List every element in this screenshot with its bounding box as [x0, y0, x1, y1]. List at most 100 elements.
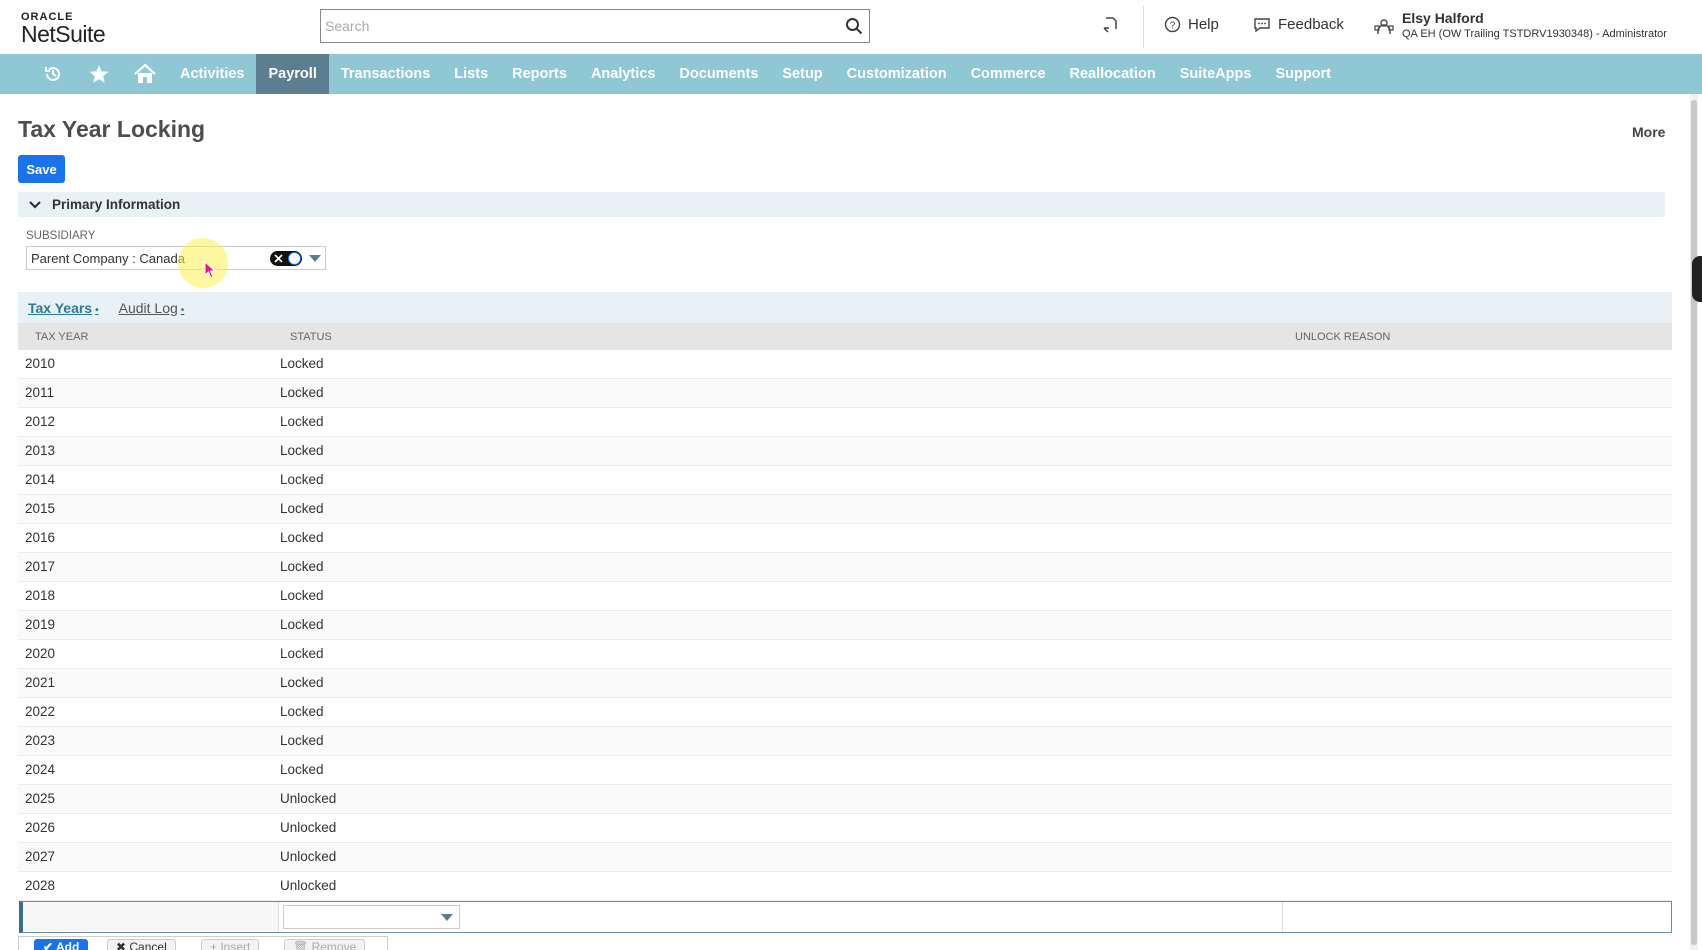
- page-scrollbar[interactable]: [1690, 94, 1698, 950]
- dropdown-arrow-icon[interactable]: [441, 914, 453, 921]
- cell-divider: [1282, 902, 1283, 932]
- tax-year-cell: 2021: [25, 675, 56, 690]
- insert-line-button[interactable]: + Insert: [201, 939, 260, 950]
- col-unlock-reason[interactable]: UNLOCK REASON: [1295, 331, 1390, 343]
- chevron-down-icon: [29, 200, 41, 209]
- table-row[interactable]: 2018 Locked: [18, 582, 1672, 611]
- table-row[interactable]: 2017 Locked: [18, 553, 1672, 582]
- tax-year-cell: 2023: [25, 733, 56, 748]
- top-header: ORACLE NetSuite ? Help Feedback: [0, 0, 1702, 54]
- status-cell: Locked: [280, 588, 324, 603]
- table-row[interactable]: 2023 Locked: [18, 727, 1672, 756]
- search-input[interactable]: [321, 10, 821, 42]
- status-cell: Locked: [280, 559, 324, 574]
- table-row[interactable]: 2013 Locked: [18, 437, 1672, 466]
- nav-customization[interactable]: Customization: [835, 54, 959, 94]
- table-row[interactable]: 2026 Unlocked: [18, 814, 1672, 843]
- nav-commerce[interactable]: Commerce: [959, 54, 1058, 94]
- subsidiary-select[interactable]: Parent Company : Canada: [26, 246, 326, 270]
- status-cell: Locked: [280, 530, 324, 545]
- tax-year-cell: 2020: [25, 646, 56, 661]
- subsidiary-clear-toggle[interactable]: [270, 251, 302, 266]
- cancel-line-button[interactable]: ✖ Cancel: [107, 939, 176, 950]
- tab-indicator-dot: •: [180, 304, 185, 316]
- status-cell: Locked: [280, 414, 324, 429]
- nav-transactions[interactable]: Transactions: [329, 54, 442, 94]
- nav-documents[interactable]: Documents: [667, 54, 770, 94]
- main-nav: Activities Payroll Transactions Lists Re…: [0, 54, 1702, 94]
- tax-year-cell: 2024: [25, 762, 56, 777]
- role-switch-icon: [1374, 19, 1394, 34]
- search-icon[interactable]: [845, 17, 863, 35]
- side-drawer-handle[interactable]: [1692, 256, 1702, 302]
- new-line-edit-row[interactable]: [19, 901, 1672, 933]
- nav-payroll[interactable]: Payroll: [256, 54, 329, 94]
- status-cell: Locked: [280, 704, 324, 719]
- add-line-button[interactable]: ✔ Add: [34, 939, 89, 950]
- nav-reports[interactable]: Reports: [500, 54, 579, 94]
- subsidiary-label: SUBSIDIARY: [26, 230, 96, 242]
- global-search[interactable]: [320, 9, 870, 43]
- close-icon: [274, 254, 283, 263]
- nav-support[interactable]: Support: [1263, 54, 1343, 94]
- remove-line-button[interactable]: 🗑 Remove: [284, 939, 366, 950]
- table-row[interactable]: 2028 Unlocked: [18, 872, 1672, 901]
- nav-setup[interactable]: Setup: [770, 54, 834, 94]
- feedback-label: Feedback: [1278, 16, 1344, 33]
- tax-year-cell: 2015: [25, 501, 56, 516]
- more-menu[interactable]: More: [1632, 124, 1665, 140]
- table-row[interactable]: 2012 Locked: [18, 408, 1672, 437]
- nav-activities[interactable]: Activities: [168, 54, 256, 94]
- favorites-button[interactable]: [76, 54, 122, 94]
- mouse-cursor-icon: [204, 261, 216, 279]
- tax-year-cell: 2017: [25, 559, 56, 574]
- status-cell: Unlocked: [280, 820, 337, 835]
- nav-suiteapps[interactable]: SuiteApps: [1168, 54, 1264, 94]
- table-row[interactable]: 2015 Locked: [18, 495, 1672, 524]
- cursor-highlight: [178, 238, 228, 288]
- nav-analytics[interactable]: Analytics: [579, 54, 667, 94]
- feedback-icon: [1254, 18, 1270, 33]
- home-button[interactable]: [122, 54, 168, 94]
- status-cell: Locked: [280, 675, 324, 690]
- col-status[interactable]: STATUS: [290, 331, 332, 343]
- tab-indicator-dot: •: [95, 304, 99, 316]
- scrollbar-thumb[interactable]: [1691, 100, 1697, 945]
- tax-year-cell: 2013: [25, 443, 56, 458]
- table-row[interactable]: 2014 Locked: [18, 466, 1672, 495]
- save-button[interactable]: Save: [18, 155, 65, 183]
- primary-information-section[interactable]: Primary Information: [18, 192, 1665, 217]
- user-role: QA EH (OW Trailing TSTDRV1930348) - Admi…: [1402, 28, 1667, 40]
- col-tax-year[interactable]: TAX YEAR: [35, 331, 88, 343]
- table-row[interactable]: 2011 Locked: [18, 379, 1672, 408]
- recent-history-button[interactable]: [30, 54, 76, 94]
- info-icon: [288, 252, 301, 265]
- table-row[interactable]: 2019 Locked: [18, 611, 1672, 640]
- tab-audit-log[interactable]: Audit Log •: [119, 300, 185, 316]
- dropdown-arrow-icon[interactable]: [309, 255, 321, 262]
- table-row[interactable]: 2024 Locked: [18, 756, 1672, 785]
- netsuite-logo[interactable]: ORACLE NetSuite: [21, 11, 106, 48]
- table-row[interactable]: 2021 Locked: [18, 669, 1672, 698]
- status-cell: Locked: [280, 617, 324, 632]
- recent-records-button[interactable]: [1102, 16, 1120, 34]
- user-menu[interactable]: Elsy Halford QA EH (OW Trailing TSTDRV19…: [1374, 10, 1667, 40]
- tab-tax-years[interactable]: Tax Years •: [28, 300, 99, 316]
- help-button[interactable]: ? Help: [1164, 16, 1219, 33]
- tax-year-cell: 2022: [25, 704, 56, 719]
- table-row[interactable]: 2025 Unlocked: [18, 785, 1672, 814]
- tax-year-input-cell[interactable]: [23, 902, 279, 932]
- page-title: Tax Year Locking: [18, 116, 206, 142]
- tax-year-cell: 2027: [25, 849, 56, 864]
- nav-lists[interactable]: Lists: [442, 54, 500, 94]
- feedback-button[interactable]: Feedback: [1253, 16, 1344, 33]
- nav-reallocation[interactable]: Reallocation: [1058, 54, 1168, 94]
- table-row[interactable]: 2016 Locked: [18, 524, 1672, 553]
- tax-year-cell: 2014: [25, 472, 56, 487]
- table-row[interactable]: 2010 Locked: [18, 350, 1672, 379]
- table-row[interactable]: 2020 Locked: [18, 640, 1672, 669]
- table-row[interactable]: 2022 Locked: [18, 698, 1672, 727]
- status-select[interactable]: [283, 905, 460, 929]
- subsidiary-value: Parent Company : Canada: [31, 251, 185, 266]
- table-row[interactable]: 2027 Unlocked: [18, 843, 1672, 872]
